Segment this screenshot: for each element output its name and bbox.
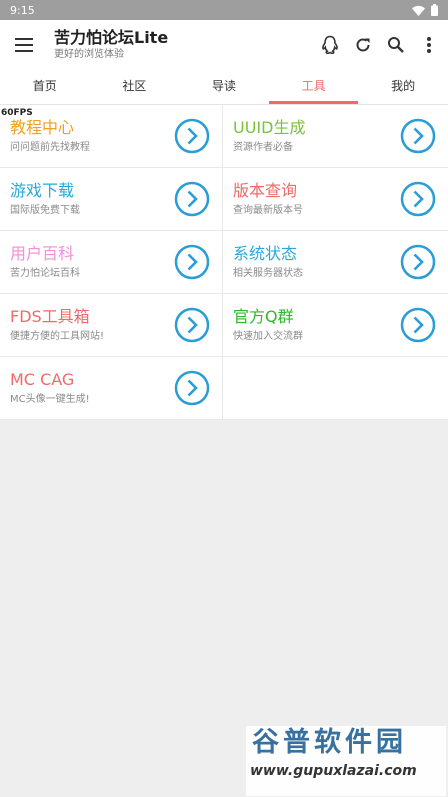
wifi-icon [412,5,425,16]
watermark-logo: 谷普软件园 www.gupuxlazai.com [246,726,446,796]
tool-subtitle: 问问题前先找教程 [10,142,90,153]
status-time: 9:15 [10,3,35,17]
tab-community[interactable]: 社区 [90,70,180,104]
app-title: 苦力怕论坛Lite [54,28,169,47]
tool-subtitle: 便捷方便的工具网站! [10,331,105,342]
tab-tools[interactable]: 工具 [268,70,359,104]
empty-grid-cell [223,357,448,420]
watermark-title: 谷普软件园 [252,727,407,758]
tool-system-status[interactable]: 系统状态 相关服务器状态 [223,231,448,294]
tab-guide[interactable]: 导读 [179,70,269,104]
tool-subtitle: 苦力怕论坛百科 [10,268,80,279]
tools-grid: 教程中心 问问题前先找教程 UUID生成 资源作者必备 游戏下载 国际版免费下载… [0,105,448,420]
arrow-right-circle-icon[interactable] [174,370,210,406]
search-button[interactable] [385,34,407,56]
tool-mc-cag[interactable]: MC CAG MC头像一键生成! [0,357,223,420]
arrow-right-circle-icon[interactable] [174,307,210,343]
tool-game-download[interactable]: 游戏下载 国际版免费下载 [0,168,223,231]
tool-subtitle: MC头像一键生成! [10,394,90,405]
tool-subtitle: 查询最新版本号 [233,205,303,216]
tool-title: 系统状态 [233,244,298,263]
arrow-right-circle-icon[interactable] [174,244,210,280]
tool-title: 版本查询 [233,181,298,200]
tool-title: 游戏下载 [10,181,75,200]
tab-bar: 首页 社区 导读 工具 我的 [0,70,448,105]
qq-penguin-icon [322,35,338,55]
tool-title: UUID生成 [233,118,306,137]
arrow-right-circle-icon[interactable] [400,244,436,280]
tool-title: FDS工具箱 [10,307,90,326]
qq-button[interactable] [319,34,341,56]
tool-title: 官方Q群 [233,307,294,326]
app-subtitle: 更好的浏览体验 [54,49,124,60]
tool-user-wiki[interactable]: 用户百科 苦力怕论坛百科 [0,231,223,294]
app-bar: 苦力怕论坛Lite 更好的浏览体验 [0,20,448,70]
tool-fds-toolbox[interactable]: FDS工具箱 便捷方便的工具网站! [0,294,223,357]
tool-subtitle: 快速加入交流群 [233,331,303,342]
fps-counter: 60FPS [1,108,33,118]
tool-subtitle: 相关服务器状态 [233,268,303,279]
tool-official-qq-group[interactable]: 官方Q群 快速加入交流群 [223,294,448,357]
tab-mine[interactable]: 我的 [358,70,448,104]
status-bar: 9:15 [0,0,448,20]
arrow-right-circle-icon[interactable] [400,181,436,217]
search-icon [388,37,404,53]
arrow-right-circle-icon[interactable] [174,181,210,217]
tool-tutorial-center[interactable]: 教程中心 问问题前先找教程 [0,105,223,168]
arrow-right-circle-icon[interactable] [400,118,436,154]
hamburger-menu-icon [15,38,33,52]
tool-title: 教程中心 [10,118,75,137]
arrow-right-circle-icon[interactable] [400,307,436,343]
refresh-icon [356,38,370,52]
tool-subtitle: 国际版免费下载 [10,205,80,216]
tab-home[interactable]: 首页 [0,70,90,104]
more-vertical-icon [427,37,431,53]
arrow-right-circle-icon[interactable] [174,118,210,154]
menu-button[interactable] [14,35,34,55]
more-options-button[interactable] [418,34,440,56]
tool-title: 用户百科 [10,244,75,263]
tool-uuid-generator[interactable]: UUID生成 资源作者必备 [223,105,448,168]
tool-subtitle: 资源作者必备 [233,142,293,153]
watermark-url: www.gupuxlazai.com [250,763,417,779]
tool-title: MC CAG [10,370,75,389]
battery-icon [431,4,438,16]
tool-version-query[interactable]: 版本查询 查询最新版本号 [223,168,448,231]
refresh-button[interactable] [352,34,374,56]
